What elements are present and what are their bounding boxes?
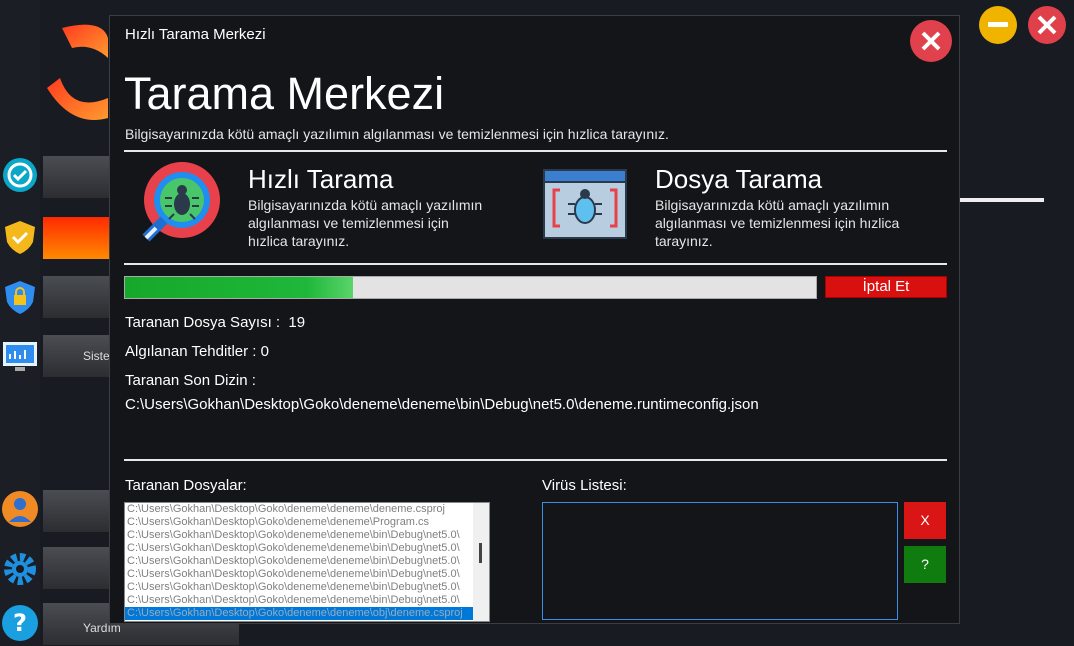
close-icon xyxy=(1037,15,1057,35)
monitor-chart-icon[interactable] xyxy=(1,337,39,375)
file-list-item[interactable]: C:\Users\Gokhan\Desktop\Goko\deneme\dene… xyxy=(125,529,473,542)
delete-virus-button[interactable]: X xyxy=(904,502,946,539)
scanned-count-label: Taranan Dosya Sayısı : xyxy=(125,314,281,331)
last-dir-value: C:\Users\Gokhan\Desktop\Goko\deneme\dene… xyxy=(125,396,759,413)
minus-icon xyxy=(988,22,1008,27)
last-dir-label: Taranan Son Dizin : xyxy=(125,372,256,389)
file-scan-description: Bilgisayarınızda kötü amaçlı yazılımın a… xyxy=(655,197,900,249)
magnifier-bug-icon[interactable] xyxy=(134,158,224,248)
file-list-item[interactable]: C:\Users\Gokhan\Desktop\Goko\deneme\dene… xyxy=(125,503,473,516)
threats-row: Algılanan Tehditler : 0 xyxy=(125,343,269,360)
app-logo-icon xyxy=(47,24,108,120)
scan-progress-fill xyxy=(125,277,354,298)
file-list-item[interactable]: C:\Users\Gokhan\Desktop\Goko\deneme\dene… xyxy=(125,568,473,581)
scanned-files-scrollbar[interactable] xyxy=(473,503,489,621)
file-list-item[interactable]: C:\Users\Gokhan\Desktop\Goko\deneme\dene… xyxy=(125,516,473,529)
threats-value: 0 xyxy=(260,343,269,360)
virus-list-label: Virüs Listesi: xyxy=(542,477,627,494)
close-icon xyxy=(921,31,941,51)
file-list-item[interactable]: C:\Users\Gokhan\Desktop\Goko\deneme\dene… xyxy=(125,594,473,607)
scanned-files-label: Taranan Dosyalar: xyxy=(125,477,247,494)
divider-bottom xyxy=(124,459,947,461)
file-list-item[interactable]: C:\Users\Gokhan\Desktop\Goko\deneme\dene… xyxy=(125,555,473,568)
svg-text:?: ? xyxy=(13,609,27,637)
minimize-window-button[interactable] xyxy=(979,6,1017,44)
file-scan-title[interactable]: Dosya Tarama xyxy=(655,164,822,195)
help-icon[interactable]: ? xyxy=(1,604,39,642)
virus-help-button[interactable]: ? xyxy=(904,546,946,583)
page-subtitle: Bilgisayarınızda kötü amaçlı yazılımın a… xyxy=(125,126,669,142)
user-avatar-icon[interactable] xyxy=(1,490,39,528)
clock-check-icon[interactable] xyxy=(1,156,39,194)
nav-item-system-label: Siste xyxy=(83,349,110,363)
page-title: Tarama Merkezi xyxy=(124,68,445,119)
scan-progress-bar xyxy=(124,276,817,299)
virus-list[interactable] xyxy=(542,502,898,620)
shield-check-icon[interactable] xyxy=(1,218,39,256)
divider-middle xyxy=(124,263,947,265)
dialog-close-button[interactable] xyxy=(910,20,952,62)
threats-label: Algılanan Tehditler : xyxy=(125,343,257,360)
quick-scan-title[interactable]: Hızlı Tarama xyxy=(248,164,393,195)
divider-top xyxy=(124,150,947,152)
shield-lock-icon[interactable] xyxy=(1,278,39,316)
background-divider xyxy=(960,198,1044,202)
file-list-item[interactable]: C:\Users\Gokhan\Desktop\Goko\deneme\dene… xyxy=(125,542,473,555)
scan-center-dialog: Hızlı Tarama Merkezi Tarama Merkezi Bilg… xyxy=(109,15,960,624)
scanned-count-value: 19 xyxy=(288,314,306,331)
scanned-count-row: Taranan Dosya Sayısı : 19 xyxy=(125,314,305,331)
gear-icon[interactable] xyxy=(1,550,39,588)
close-window-button[interactable] xyxy=(1028,6,1066,44)
quick-scan-description: Bilgisayarınızda kötü amaçlı yazılımın a… xyxy=(248,197,483,249)
file-list-item[interactable]: C:\Users\Gokhan\Desktop\Goko\deneme\dene… xyxy=(125,607,473,620)
file-list-item[interactable]: C:\Users\Gokhan\Desktop\Goko\deneme\dene… xyxy=(125,581,473,594)
bug-window-icon[interactable] xyxy=(540,158,630,248)
scanned-files-list[interactable]: C:\Users\Gokhan\Desktop\Goko\deneme\dene… xyxy=(124,502,490,622)
dialog-window-title: Hızlı Tarama Merkezi xyxy=(125,26,266,43)
scrollbar-thumb[interactable] xyxy=(479,543,482,563)
cancel-scan-button[interactable]: İptal Et xyxy=(825,276,947,298)
